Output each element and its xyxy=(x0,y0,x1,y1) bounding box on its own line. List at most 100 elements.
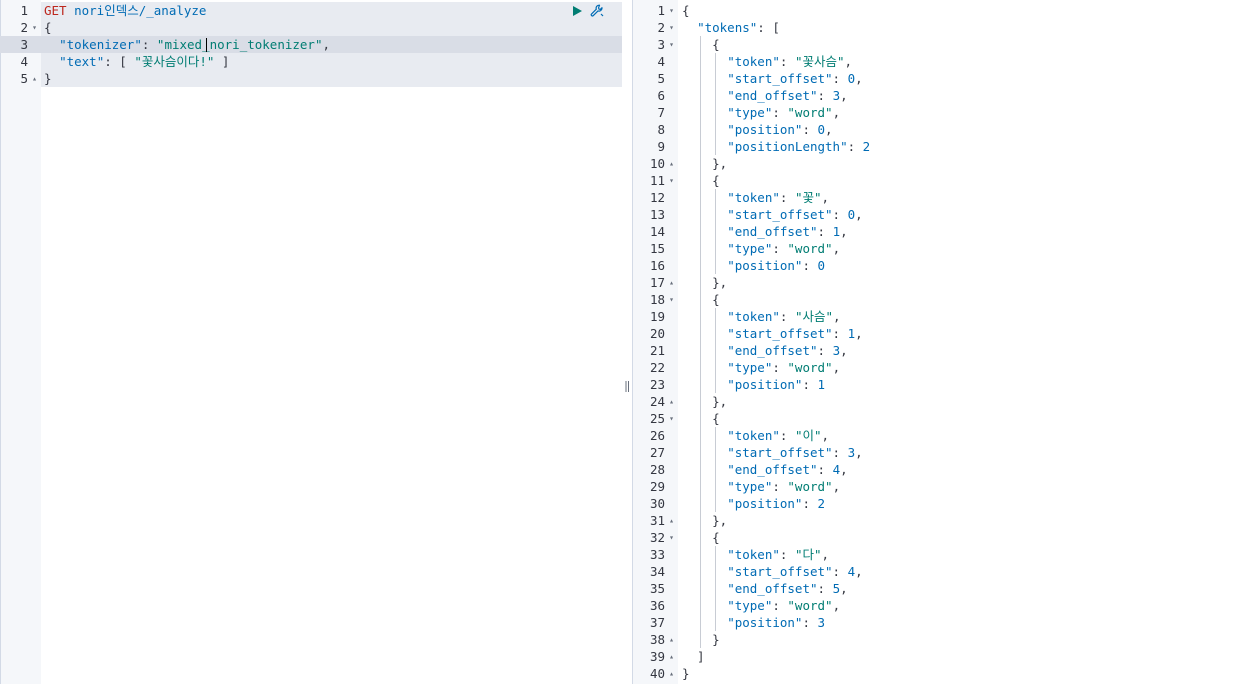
code-token-punc: : xyxy=(802,496,818,511)
code-token-punc: }, xyxy=(712,513,728,528)
code-token-key: "position" xyxy=(727,258,803,273)
code-text: }, xyxy=(678,393,1253,410)
request-line[interactable]: 3 "tokenizer": "mixed_nori_tokenizer", xyxy=(0,36,622,53)
line-number: 6 xyxy=(657,88,665,103)
code-text: "type": "word", xyxy=(678,240,1253,257)
code-token-punc: : xyxy=(802,615,818,630)
request-line[interactable]: 4 "text": [ "꽃사슴이다!" ] xyxy=(0,53,622,70)
code-text: "token": "꽃사슴", xyxy=(678,53,1253,70)
code-token-str: "word" xyxy=(787,598,833,613)
fold-collapse-icon[interactable]: ▾ xyxy=(665,291,678,308)
splitter-handle-icon[interactable] xyxy=(625,381,630,392)
code-token-punc: : xyxy=(832,71,848,86)
fold-expand-icon[interactable]: ▴ xyxy=(665,631,678,648)
response-line: 4 "token": "꽃사슴", xyxy=(632,53,1253,70)
code-token-key: "token" xyxy=(727,547,780,562)
request-code[interactable]: 1 GET nori인덱스/_analyze 2 ▾{3 "tokenizer": "… xyxy=(0,2,622,87)
fold-collapse-icon[interactable]: ▾ xyxy=(665,2,678,19)
pane-splitter[interactable] xyxy=(622,0,632,684)
response-line: 16 "position": 0 xyxy=(632,257,1253,274)
indent-guide xyxy=(697,121,712,138)
indent-guide xyxy=(712,495,727,512)
code-token-punc: ] xyxy=(214,54,230,69)
play-icon[interactable] xyxy=(570,4,584,18)
response-line: 13 "start_offset": 0, xyxy=(632,206,1253,223)
response-line: 2 ▾ "tokens": [ xyxy=(632,19,1253,36)
code-text: "tokens": [ xyxy=(678,19,1253,36)
fold-expand-icon[interactable]: ▴ xyxy=(28,70,41,87)
response-line: 22 "type": "word", xyxy=(632,359,1253,376)
code-token-str: "꽃사슴" xyxy=(794,54,845,69)
code-token-punc: , xyxy=(832,598,841,613)
fold-collapse-icon[interactable]: ▾ xyxy=(665,410,678,427)
line-number: 26 xyxy=(649,428,665,443)
wrench-icon[interactable] xyxy=(590,4,604,18)
code-token-str: "다" xyxy=(794,547,822,562)
request-actions xyxy=(570,2,604,19)
code-text: ] xyxy=(678,648,1253,665)
code-text: { xyxy=(678,36,1253,53)
fold-expand-icon[interactable]: ▴ xyxy=(665,648,678,665)
code-token-punc: , xyxy=(855,445,863,460)
code-token-punc: : xyxy=(832,326,848,341)
code-token-punc xyxy=(44,54,59,69)
response-line: 35 "end_offset": 5, xyxy=(632,580,1253,597)
response-viewer[interactable]: 1 ▾{2 ▾ "tokens": [3 ▾ {4 "token": "꽃사슴", 5 … xyxy=(632,0,1253,684)
request-line[interactable]: 1 GET nori인덱스/_analyze xyxy=(0,2,622,19)
code-token-key: "tokenizer" xyxy=(59,37,142,52)
code-text: "token": "사슴", xyxy=(678,308,1253,325)
code-token-punc: , xyxy=(855,326,863,341)
indent-guide xyxy=(697,376,712,393)
response-line: 31 ▴ }, xyxy=(632,512,1253,529)
code-token-key: "token" xyxy=(727,309,780,324)
code-token-punc: { xyxy=(44,20,52,35)
line-number: 21 xyxy=(649,343,665,358)
indent-guide xyxy=(712,53,727,70)
code-token-key: "text" xyxy=(59,54,105,69)
fold-expand-icon[interactable]: ▴ xyxy=(665,393,678,410)
code-token-punc: , xyxy=(840,88,848,103)
indent-guide xyxy=(697,53,712,70)
indent-guide xyxy=(712,240,727,257)
response-line: 24 ▴ }, xyxy=(632,393,1253,410)
code-token-punc: , xyxy=(832,241,841,256)
response-line: 27 "start_offset": 3, xyxy=(632,444,1253,461)
request-line[interactable]: 5 ▴} xyxy=(0,70,622,87)
fold-collapse-icon[interactable]: ▾ xyxy=(665,172,678,189)
response-line: 20 "start_offset": 1, xyxy=(632,325,1253,342)
fold-expand-icon[interactable]: ▴ xyxy=(665,665,678,682)
line-number: 34 xyxy=(649,564,665,579)
fold-expand-icon[interactable]: ▴ xyxy=(665,155,678,172)
indent-guide xyxy=(697,495,712,512)
fold-expand-icon[interactable]: ▴ xyxy=(665,512,678,529)
fold-collapse-icon[interactable]: ▾ xyxy=(665,529,678,546)
code-text: }, xyxy=(678,512,1253,529)
fold-collapse-icon[interactable]: ▾ xyxy=(665,36,678,53)
fold-collapse-icon[interactable]: ▾ xyxy=(665,19,678,36)
code-token-punc: } xyxy=(712,632,720,647)
code-token-punc: , xyxy=(322,37,331,52)
code-token-key: "positionLength" xyxy=(727,139,848,154)
indent-guide xyxy=(697,393,712,410)
request-line[interactable]: 2 ▾{ xyxy=(0,19,622,36)
request-editor[interactable]: 1 GET nori인덱스/_analyze 2 ▾{3 "tokenizer": "… xyxy=(0,0,622,684)
indent-guide xyxy=(697,291,712,308)
response-code: 1 ▾{2 ▾ "tokens": [3 ▾ {4 "token": "꽃사슴", 5 … xyxy=(632,2,1253,682)
code-text: "type": "word", xyxy=(678,104,1253,121)
code-token-punc: , xyxy=(832,360,841,375)
indent-guide xyxy=(697,87,712,104)
indent-guide xyxy=(697,70,712,87)
code-token-punc: : xyxy=(802,377,818,392)
code-token-key: "type" xyxy=(727,241,773,256)
fold-expand-icon[interactable]: ▴ xyxy=(665,274,678,291)
fold-collapse-icon[interactable]: ▾ xyxy=(28,19,41,36)
